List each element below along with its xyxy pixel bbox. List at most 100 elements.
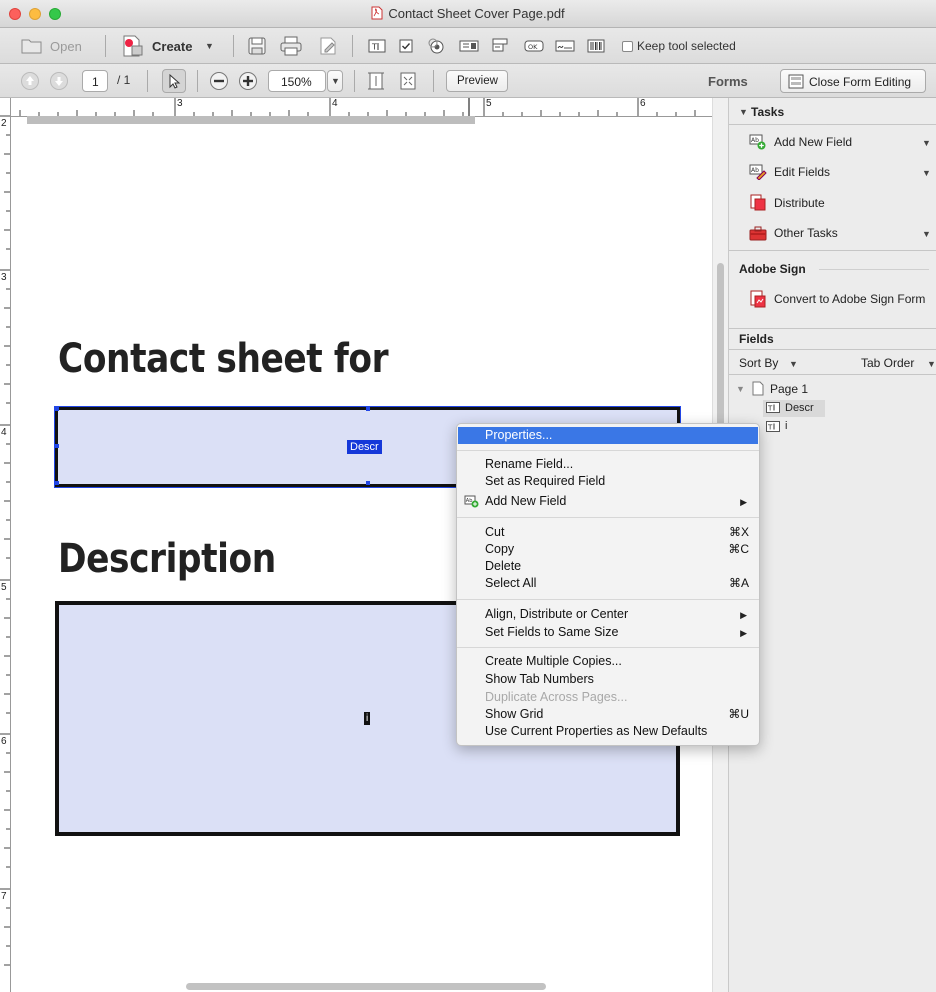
zoom-dropdown-button[interactable]: ▼ bbox=[327, 70, 343, 92]
window-title: Contact Sheet Cover Page.pdf bbox=[0, 6, 936, 21]
horizontal-scroll-thumb[interactable] bbox=[186, 983, 546, 990]
open-button[interactable]: Open bbox=[50, 39, 82, 54]
menu-item-align-distribute[interactable]: Align, Distribute or Center bbox=[485, 607, 628, 621]
list-box-tool-icon[interactable] bbox=[459, 40, 479, 52]
chevron-down-icon[interactable]: ▼ bbox=[922, 168, 931, 178]
create-dropdown-icon[interactable]: ▼ bbox=[205, 41, 214, 51]
task-distribute[interactable]: Distribute bbox=[774, 196, 825, 210]
menu-item-rename-field[interactable]: Rename Field... bbox=[485, 457, 573, 471]
text-field-tool-icon[interactable]: T bbox=[368, 39, 386, 53]
heading-contact-sheet: Contact sheet for bbox=[58, 336, 389, 382]
save-icon[interactable] bbox=[247, 36, 267, 56]
ruler-label: 6 bbox=[640, 98, 646, 109]
menu-item-show-grid[interactable]: Show Grid bbox=[485, 707, 543, 721]
divider bbox=[729, 328, 936, 329]
toolbar-divider bbox=[197, 70, 198, 92]
page-number-value: 1 bbox=[92, 75, 99, 89]
menu-item-use-current-properties[interactable]: Use Current Properties as New Defaults bbox=[485, 724, 707, 738]
text-field-icon: T bbox=[766, 421, 780, 432]
menu-separator bbox=[457, 450, 759, 451]
svg-text:Ab: Ab bbox=[466, 498, 473, 504]
resize-handle[interactable] bbox=[366, 407, 370, 411]
barcode-tool-icon[interactable] bbox=[587, 39, 605, 53]
tasks-header[interactable]: Tasks bbox=[751, 105, 784, 119]
menu-separator bbox=[457, 647, 759, 648]
next-page-icon[interactable] bbox=[49, 71, 69, 91]
resize-handle[interactable] bbox=[55, 407, 59, 411]
signature-tool-icon[interactable] bbox=[555, 40, 575, 52]
field-name-tag: i bbox=[364, 712, 371, 725]
menu-item-select-all[interactable]: Select All bbox=[485, 576, 536, 590]
chevron-down-icon[interactable]: ▼ bbox=[922, 138, 931, 148]
vertical-ruler: 2 3 4 5 6 7 bbox=[0, 98, 11, 992]
add-field-icon: Ab bbox=[749, 134, 766, 150]
toolbar-divider bbox=[147, 70, 148, 92]
menu-item-add-new-field[interactable]: Add New Field bbox=[485, 494, 566, 508]
previous-page-icon[interactable] bbox=[20, 71, 40, 91]
chevron-down-icon: ▼ bbox=[331, 76, 340, 86]
tree-field-i[interactable]: i bbox=[785, 420, 787, 432]
resize-handle[interactable] bbox=[55, 444, 59, 448]
shortcut-show-grid: ⌘U bbox=[728, 707, 749, 721]
chevron-down-icon[interactable]: ▼ bbox=[922, 229, 931, 239]
menu-item-cut[interactable]: Cut bbox=[485, 525, 504, 539]
toolbox-icon bbox=[749, 226, 767, 241]
button-tool-icon[interactable]: OK bbox=[524, 40, 544, 52]
sort-by-dropdown[interactable]: Sort By bbox=[739, 356, 778, 370]
dropdown-tool-icon[interactable] bbox=[492, 38, 508, 52]
full-screen-icon[interactable] bbox=[398, 71, 418, 91]
tree-field-descr[interactable]: Descr bbox=[785, 402, 814, 414]
divider bbox=[819, 269, 929, 270]
create-pdf-icon[interactable] bbox=[120, 34, 146, 58]
convert-to-adobe-sign-form[interactable]: Convert to Adobe Sign Form bbox=[774, 292, 925, 306]
task-add-new-field[interactable]: Add New Field bbox=[774, 135, 852, 149]
menu-item-set-required[interactable]: Set as Required Field bbox=[485, 474, 605, 488]
keep-tool-selected-checkbox[interactable] bbox=[622, 41, 633, 52]
ruler-label: 3 bbox=[1, 272, 7, 283]
menu-item-properties[interactable]: Properties... bbox=[485, 428, 552, 442]
distribute-icon bbox=[750, 194, 766, 211]
tree-page-1[interactable]: Page 1 bbox=[770, 382, 808, 396]
fit-page-icon[interactable] bbox=[366, 71, 386, 91]
menu-item-copy[interactable]: Copy bbox=[485, 542, 514, 556]
add-field-icon: Ab bbox=[464, 495, 479, 508]
select-tool-button[interactable] bbox=[162, 69, 186, 93]
menu-item-delete[interactable]: Delete bbox=[485, 559, 521, 573]
resize-handle[interactable] bbox=[366, 481, 370, 485]
svg-text:T: T bbox=[767, 424, 773, 432]
print-icon[interactable] bbox=[280, 36, 302, 56]
preview-label: Preview bbox=[457, 75, 498, 87]
radio-button-tool-icon[interactable] bbox=[428, 38, 444, 54]
ruler-label: 3 bbox=[177, 98, 183, 109]
resize-handle[interactable] bbox=[55, 481, 59, 485]
menu-item-show-tab-numbers[interactable]: Show Tab Numbers bbox=[485, 672, 594, 686]
create-button[interactable]: Create bbox=[152, 39, 192, 54]
chevron-down-icon[interactable]: ▼ bbox=[789, 359, 798, 369]
zoom-in-icon[interactable] bbox=[238, 71, 258, 91]
submenu-arrow-icon: ▶ bbox=[740, 610, 747, 620]
edit-document-icon[interactable] bbox=[318, 36, 338, 56]
form-icon bbox=[788, 74, 804, 89]
chevron-down-icon[interactable]: ▼ bbox=[927, 359, 936, 369]
preview-button[interactable]: Preview bbox=[446, 70, 508, 92]
zoom-out-icon[interactable] bbox=[209, 71, 229, 91]
toolbar-divider bbox=[105, 35, 106, 57]
checkbox-tool-icon[interactable] bbox=[399, 39, 413, 53]
expand-page-icon[interactable]: ▼ bbox=[736, 384, 745, 394]
menu-item-multiple-copies[interactable]: Create Multiple Copies... bbox=[485, 654, 622, 668]
menu-separator bbox=[457, 517, 759, 518]
ruler-label: 6 bbox=[1, 736, 7, 747]
shortcut-copy: ⌘C bbox=[728, 542, 749, 556]
task-other-tasks[interactable]: Other Tasks bbox=[774, 226, 838, 240]
zoom-level-input[interactable]: 150% bbox=[268, 70, 326, 92]
menu-item-same-size[interactable]: Set Fields to Same Size bbox=[485, 625, 618, 639]
folder-open-icon[interactable] bbox=[21, 37, 43, 55]
svg-text:Ab: Ab bbox=[751, 167, 759, 174]
edit-fields-icon: Ab bbox=[749, 164, 767, 180]
collapse-tasks-icon[interactable]: ▼ bbox=[739, 107, 748, 117]
tab-order-dropdown[interactable]: Tab Order bbox=[861, 356, 914, 370]
page-number-input[interactable]: 1 bbox=[82, 70, 108, 92]
main-toolbar: Open Create ▼ T OK Keep tool selected bbox=[0, 28, 936, 64]
task-edit-fields[interactable]: Edit Fields bbox=[774, 165, 830, 179]
close-form-editing-button[interactable]: Close Form Editing bbox=[780, 69, 926, 93]
